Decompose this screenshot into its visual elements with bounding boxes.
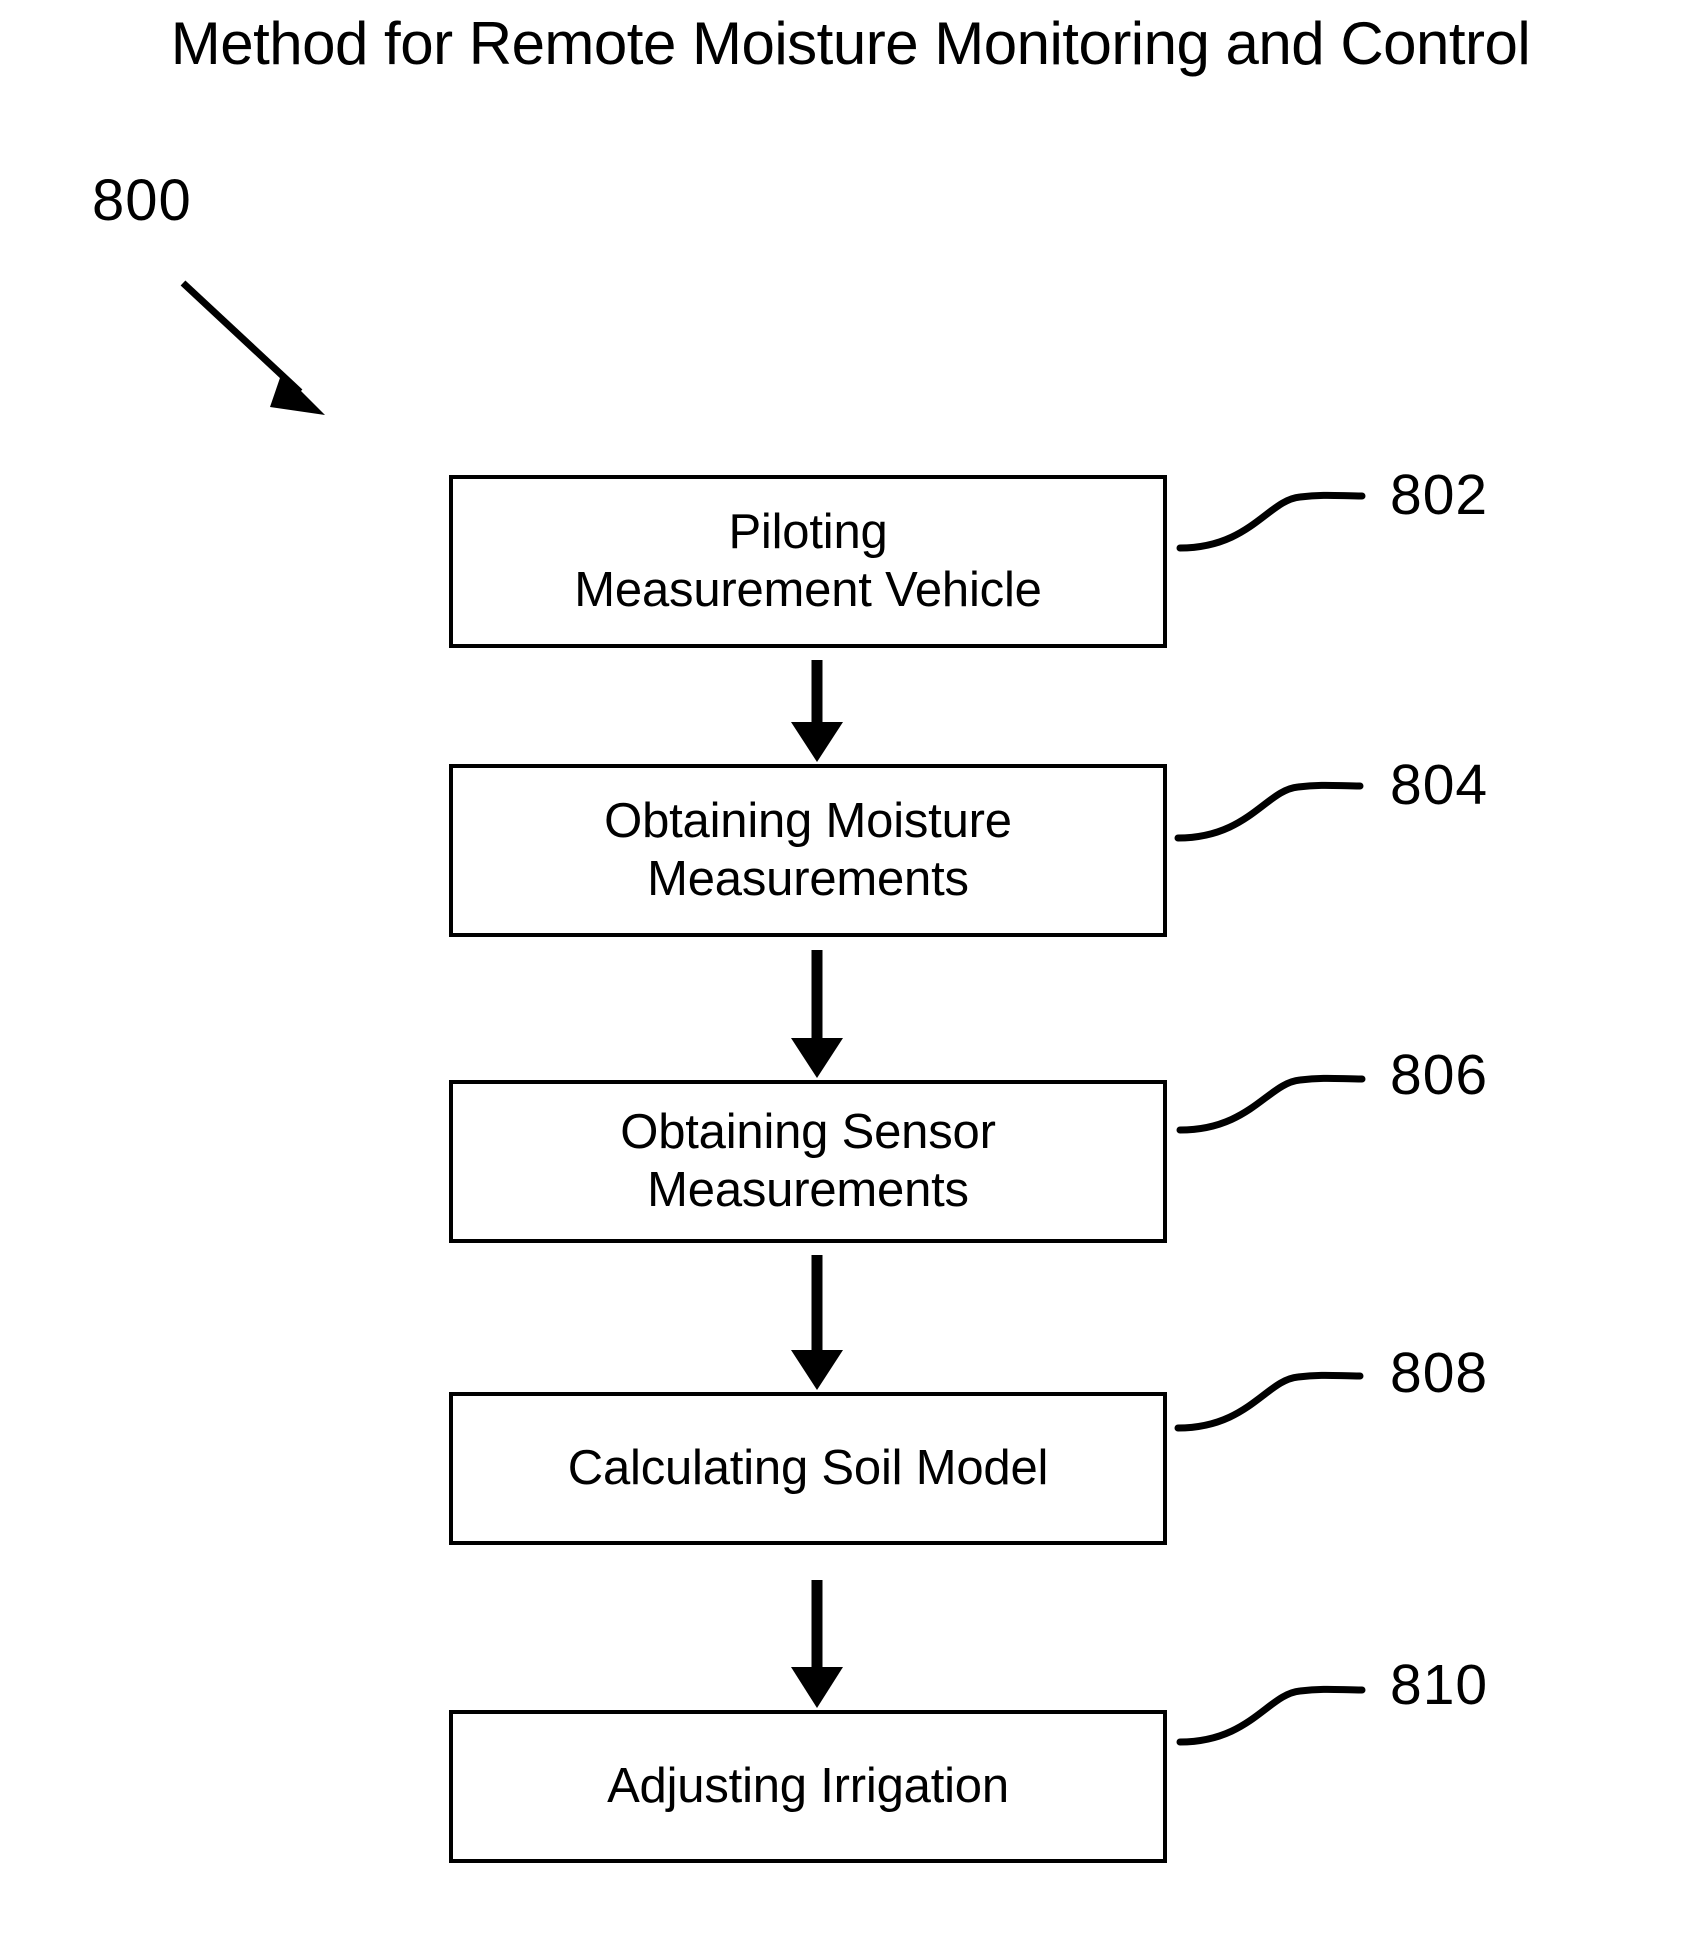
patent-figure: Method for Remote Moisture Monitoring an… xyxy=(0,0,1701,1951)
process-box-calculating-soil-model[interactable]: Calculating Soil Model xyxy=(449,1392,1167,1545)
flow-arrow-808-to-810 xyxy=(791,1580,843,1708)
process-box-label-line1: Adjusting Irrigation xyxy=(607,1758,1009,1813)
flow-arrow-804-to-806 xyxy=(791,950,843,1078)
process-box-label-line1: Piloting xyxy=(728,505,888,560)
process-box-piloting-measurement-vehicle[interactable]: Piloting Measurement Vehicle xyxy=(449,475,1167,648)
process-box-label-line1: Obtaining Moisture xyxy=(604,794,1012,849)
process-box-obtaining-sensor-measurements[interactable]: Obtaining Sensor Measurements xyxy=(449,1080,1167,1243)
leader-line-808 xyxy=(1174,1371,1364,1432)
leader-line-810 xyxy=(1176,1685,1366,1746)
reference-numeral-804: 804 xyxy=(1390,753,1489,817)
reference-numeral-810: 810 xyxy=(1390,1653,1489,1717)
process-box-label-line2: Measurements xyxy=(647,851,969,906)
leader-line-806 xyxy=(1176,1074,1366,1134)
leader-line-804 xyxy=(1174,781,1364,842)
process-box-label-line2: Measurement Vehicle xyxy=(574,562,1042,617)
process-box-label-line1: Obtaining Sensor xyxy=(620,1105,996,1160)
process-box-obtaining-moisture-measurements[interactable]: Obtaining Moisture Measurements xyxy=(449,764,1167,937)
reference-numeral-802: 802 xyxy=(1390,463,1489,527)
process-box-label: Obtaining Moisture Measurements xyxy=(590,793,1026,908)
reference-numeral-808: 808 xyxy=(1390,1341,1489,1405)
process-box-label: Adjusting Irrigation xyxy=(593,1758,1023,1815)
process-box-label: Calculating Soil Model xyxy=(554,1440,1062,1497)
process-box-label-line2: Measurements xyxy=(647,1162,969,1217)
leader-line-802 xyxy=(1176,491,1366,552)
figure-number-label: 800 xyxy=(92,168,192,233)
process-box-adjusting-irrigation[interactable]: Adjusting Irrigation xyxy=(449,1710,1167,1863)
process-box-label: Obtaining Sensor Measurements xyxy=(606,1104,1009,1219)
reference-numeral-806: 806 xyxy=(1390,1043,1489,1107)
figure-number-pointer-arrow xyxy=(180,280,325,415)
process-box-label: Piloting Measurement Vehicle xyxy=(560,504,1055,619)
flow-arrow-802-to-804 xyxy=(791,660,843,762)
figure-title: Method for Remote Moisture Monitoring an… xyxy=(170,10,1531,77)
flow-arrow-806-to-808 xyxy=(791,1255,843,1390)
process-box-label-line1: Calculating Soil Model xyxy=(567,1440,1049,1495)
